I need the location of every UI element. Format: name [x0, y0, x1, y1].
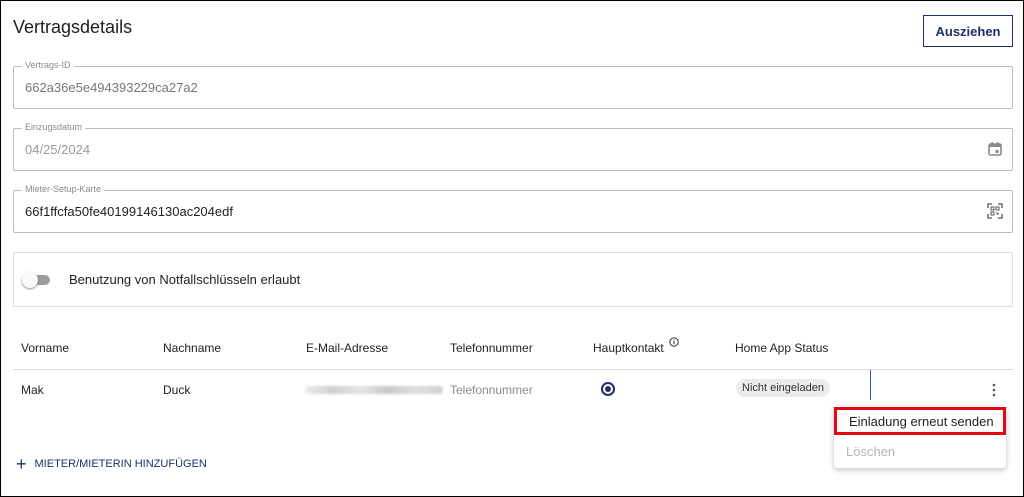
emergency-key-label: Benutzung von Notfallschlüsseln erlaubt: [69, 272, 301, 287]
delete-menu-item: Löschen: [846, 443, 896, 459]
contract-id-field[interactable]: Vertrags-ID 662a36e5e494393229ca27a2: [13, 60, 1013, 109]
setup-card-value: 66f1ffcfa50fe40199146130ac204edf: [25, 204, 233, 219]
emergency-key-setting: Benutzung von Notfallschlüsseln erlaubt: [13, 252, 1013, 307]
contract-details-panel: Vertragsdetails Ausziehen Vertrags-ID 66…: [0, 0, 1024, 497]
table-header-divider: [13, 369, 1013, 370]
plus-icon: +: [16, 454, 27, 474]
resend-invitation-menu-item[interactable]: Einladung erneut senden: [834, 407, 1006, 435]
phone-cell: Telefonnummer: [450, 383, 533, 397]
main-contact-header-label: Hauptkontakt: [593, 341, 664, 355]
setup-card-field[interactable]: Mieter-Setup-Karte 66f1ffcfa50fe40199146…: [13, 184, 1013, 233]
column-header-home-app-status: Home App Status: [735, 341, 829, 355]
column-header-last-name: Nachname: [163, 341, 222, 355]
column-header-email: E-Mail-Adresse: [306, 341, 389, 355]
cursor-line: [870, 370, 871, 400]
page-title: Vertragsdetails: [13, 17, 133, 37]
qr-scan-icon[interactable]: [986, 202, 1004, 220]
info-icon[interactable]: [669, 337, 679, 347]
column-header-phone: Telefonnummer: [450, 341, 533, 355]
contract-id-label: Vertrags-ID: [22, 60, 74, 70]
emergency-key-toggle[interactable]: [22, 272, 50, 288]
column-header-first-name: Vorname: [21, 341, 70, 355]
move-in-date-field[interactable]: Einzugsdatum 04/25/2024: [13, 122, 1013, 171]
toggle-knob: [22, 272, 38, 288]
main-contact-radio[interactable]: [601, 382, 615, 396]
setup-card-label: Mieter-Setup-Karte: [22, 184, 105, 194]
move-out-button[interactable]: Ausziehen: [923, 15, 1013, 47]
status-badge: Nicht eingeladen: [736, 379, 830, 397]
row-context-menu: Einladung erneut senden Löschen: [834, 406, 1006, 468]
radio-selected-dot: [605, 386, 611, 392]
add-tenant-button[interactable]: + MIETER/MIETERIN HINZUFÜGEN: [16, 454, 207, 474]
calendar-icon[interactable]: [986, 140, 1004, 158]
more-options-icon[interactable]: [987, 382, 1001, 398]
move-in-date-value: 04/25/2024: [25, 142, 91, 157]
last-name-cell: Duck: [163, 383, 191, 397]
move-in-date-label: Einzugsdatum: [22, 122, 86, 132]
add-tenant-label: MIETER/MIETERIN HINZUFÜGEN: [34, 458, 207, 470]
email-cell-redacted: [305, 386, 443, 394]
contract-id-value: 662a36e5e494393229ca27a2: [25, 80, 198, 95]
first-name-cell: Mak: [21, 383, 44, 397]
column-header-main-contact: Hauptkontakt: [593, 337, 679, 355]
